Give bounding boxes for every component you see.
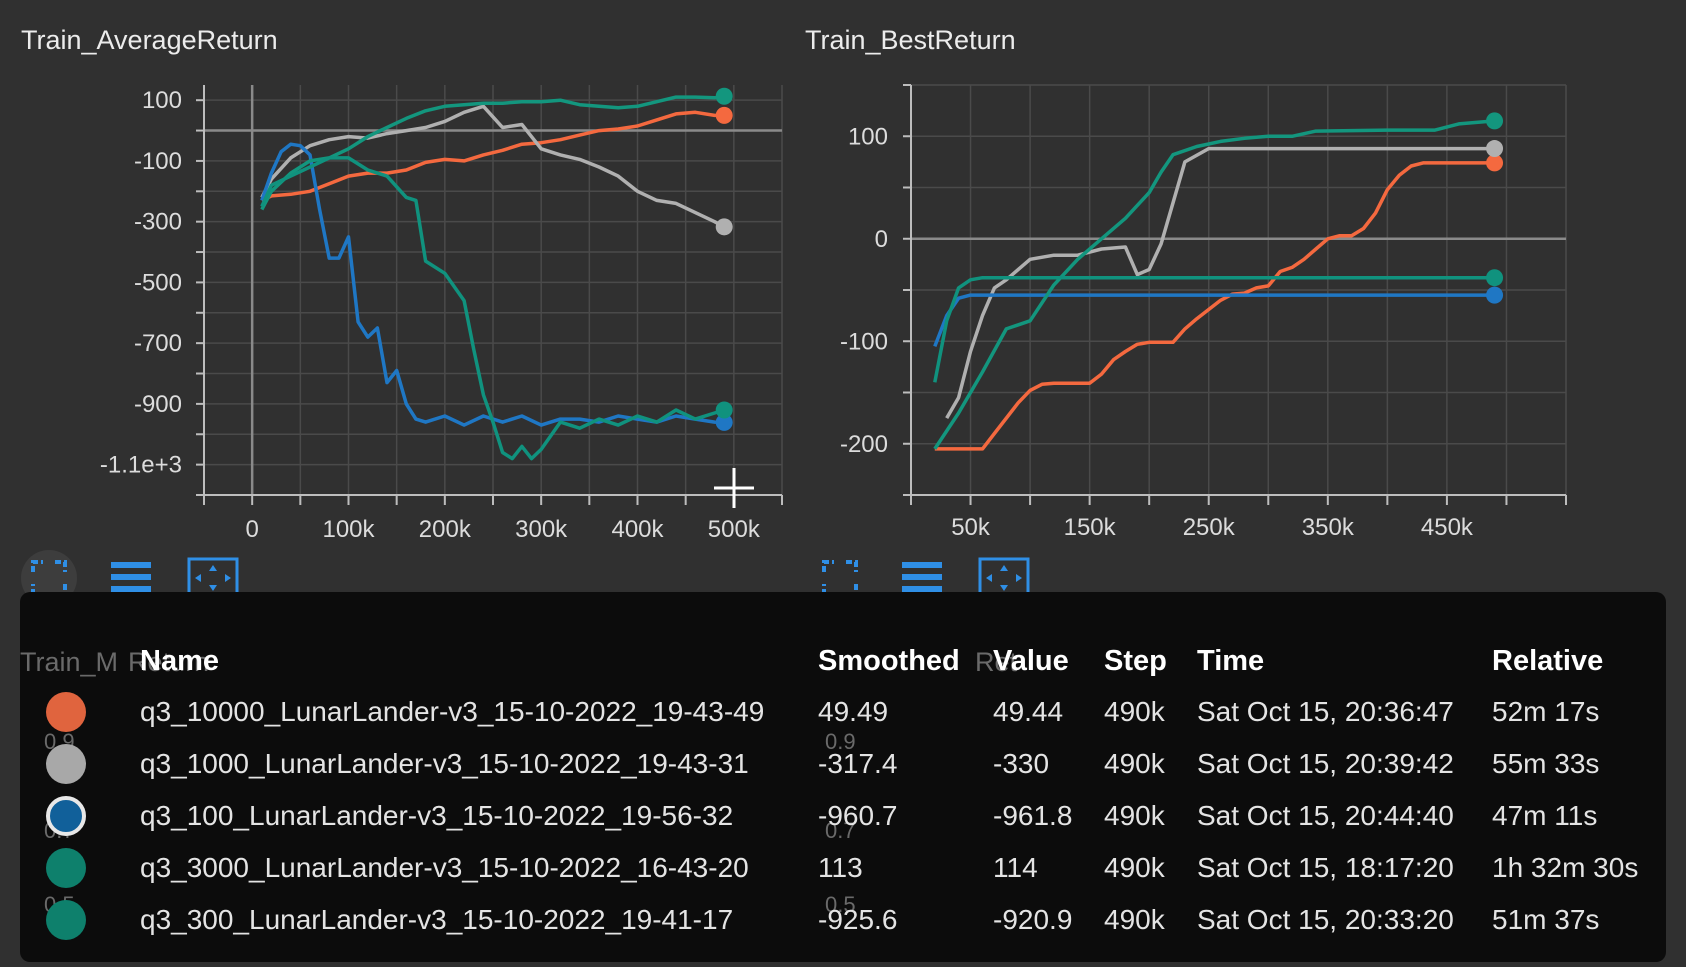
series-endpoint-3[interactable] [715,87,733,105]
swatch-cell [46,686,140,738]
cell-relative: 55m 33s [1492,748,1600,779]
cell-smoothed: 113 [818,852,863,883]
cell-time: Sat Oct 15, 18:17:20 [1197,852,1454,883]
y-tick-label: 100 [142,87,182,114]
cell-value: -920.9 [993,904,1073,935]
series-endpoint-0[interactable] [715,106,733,124]
cell-name: q3_3000_LunarLander-v3_15-10-2022_16-43-… [140,852,749,883]
header-value: Value [993,644,1069,677]
run-color-swatch [46,744,86,784]
cell-name: q3_300_LunarLander-v3_15-10-2022_19-41-1… [140,904,734,935]
data-table-icon [902,562,942,592]
swatch-header [46,636,140,686]
average-return-chart[interactable]: 0 100k 200k 300k 400k 500k 100 -100 -300 -500 -700… [0,70,800,550]
x-tick-label: 50k [951,514,991,541]
cell-step: 490k [1104,904,1165,935]
run-color-swatch [46,848,86,888]
series-endpoint-4[interactable] [715,401,733,419]
cell-relative: 51m 37s [1492,904,1600,935]
series-endpoint-1[interactable] [1486,140,1504,158]
header-name: Name [140,644,219,677]
x-tick-label: 150k [1064,514,1117,541]
y-tick-label: -700 [134,330,182,357]
swatch-cell [46,738,140,790]
y-tick-label: -500 [134,269,182,296]
series-line-1 [945,146,1495,419]
x-tick-label: 100k [322,516,375,543]
x-tick-label: 0 [245,516,258,543]
y-tick-label: -100 [134,148,182,175]
y-tick-label: -200 [840,431,888,458]
cell-time: Sat Oct 15, 20:44:40 [1197,800,1454,831]
x-tick-label: 300k [515,516,568,543]
cell-name: q3_1000_LunarLander-v3_15-10-2022_19-43-… [140,748,749,779]
x-tick-label: 250k [1183,514,1236,541]
run-color-swatch [46,796,86,836]
x-tick-label: 400k [611,516,664,543]
cell-step: 490k [1104,852,1165,883]
cell-time: Sat Oct 15, 20:39:42 [1197,748,1454,779]
y-tick-label: -900 [134,391,182,418]
cell-time: Sat Oct 15, 20:33:20 [1197,904,1454,935]
y-tick-label: 100 [848,123,888,150]
cell-value: 114 [993,852,1038,883]
chart-title-average-return: Train_AverageReturn [21,25,278,55]
data-tooltip-panel: Train_MReturn Ret 0.9 0.9 0.7 0.7 0.5 0.… [20,592,1666,962]
header-time: Time [1197,644,1265,677]
crosshair-cursor-icon [714,468,754,508]
x-tick-label: 350k [1302,514,1355,541]
cell-smoothed: -925.6 [818,904,898,935]
tooltip-table: Name Smoothed Value Step Time Relative q… [46,636,1662,946]
cell-name: q3_10000_LunarLander-v3_15-10-2022_19-43… [140,696,765,727]
x-tick-label: 500k [708,516,761,543]
series-endpoint-3[interactable] [1486,112,1504,130]
series-line-0 [934,161,1495,451]
swatch-cell [46,790,140,842]
cell-time: Sat Oct 15, 20:36:47 [1197,696,1454,727]
swatch-cell [46,894,140,946]
cell-value: 49.44 [993,696,1064,727]
tooltip-row: q3_300_LunarLander-v3_15-10-2022_19-41-1… [46,894,1662,946]
cell-step: 490k [1104,748,1165,779]
cell-step: 490k [1104,696,1165,727]
run-color-swatch [46,692,86,732]
tooltip-row: q3_10000_LunarLander-v3_15-10-2022_19-43… [46,686,1662,738]
cell-relative: 52m 17s [1492,696,1600,727]
tooltip-row: q3_1000_LunarLander-v3_15-10-2022_19-43-… [46,738,1662,790]
header-step: Step [1104,644,1167,677]
y-tick-label: 0 [875,226,888,253]
cell-value: -961.8 [993,800,1073,831]
cell-name: q3_100_LunarLander-v3_15-10-2022_19-56-3… [140,800,734,831]
y-tick-label: -1.1e+3 [100,452,182,479]
y-tick-label: -300 [134,209,182,236]
cell-smoothed: -960.7 [818,800,898,831]
x-tick-label: 200k [419,516,472,543]
series-endpoint-4[interactable] [1486,269,1504,287]
cell-relative: 1h 32m 30s [1492,852,1639,883]
chart-title-best-return: Train_BestReturn [805,25,1016,55]
cell-step: 490k [1104,800,1165,831]
header-smoothed: Smoothed [818,644,960,677]
y-tick-label: -100 [840,328,888,355]
data-table-icon [111,562,151,592]
header-relative: Relative [1492,644,1604,677]
best-return-chart[interactable]: 50k 150k 250k 350k 450k 100 0 -100 -200 [800,70,1686,550]
series-endpoint-1[interactable] [715,218,733,236]
series-endpoint-2[interactable] [1486,286,1504,304]
tooltip-header-row: Name Smoothed Value Step Time Relative [46,636,1662,686]
swatch-cell [46,842,140,894]
cell-smoothed: 49.49 [818,696,889,727]
cell-relative: 47m 11s [1492,800,1598,831]
tooltip-row: q3_100_LunarLander-v3_15-10-2022_19-56-3… [46,790,1662,842]
cell-smoothed: -317.4 [818,748,898,779]
cell-value: -330 [993,748,1050,779]
tooltip-row: q3_3000_LunarLander-v3_15-10-2022_16-43-… [46,842,1662,894]
run-color-swatch [46,900,86,940]
x-tick-label: 450k [1421,514,1474,541]
